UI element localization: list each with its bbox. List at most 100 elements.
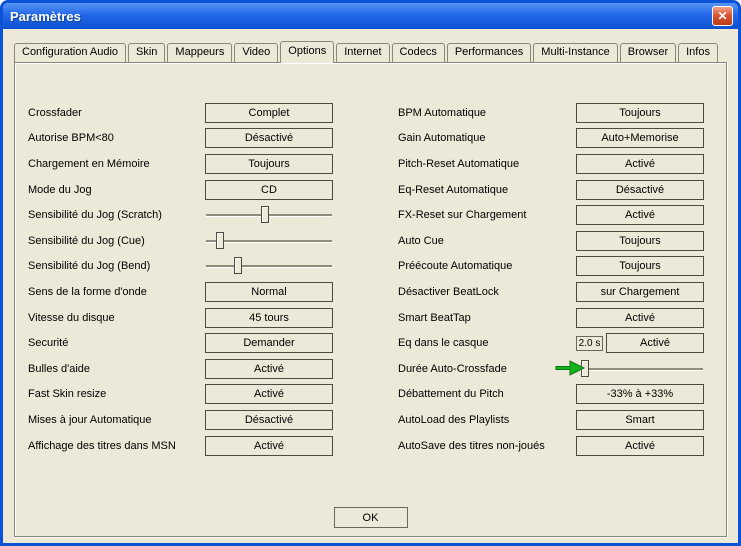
autosave-button[interactable]: Activé bbox=[576, 436, 704, 456]
titlebar[interactable]: Paramètres ✕ bbox=[3, 3, 738, 29]
setting-label: Crossfader bbox=[28, 107, 205, 119]
smart-beattap-button[interactable]: Activé bbox=[576, 308, 704, 328]
pointer-arrow-icon bbox=[555, 360, 586, 376]
setting-label: Smart BeatTap bbox=[398, 312, 576, 324]
slider-thumb[interactable] bbox=[261, 206, 269, 223]
setting-label: Mises à jour Automatique bbox=[28, 414, 205, 426]
setting-label: Pitch-Reset Automatique bbox=[398, 158, 576, 170]
setting-label: Sens de la forme d'onde bbox=[28, 286, 205, 298]
slider-thumb[interactable] bbox=[234, 257, 242, 274]
setting-row: Bulles d'aide Activé bbox=[28, 356, 333, 382]
setting-label: Vitesse du disque bbox=[28, 312, 205, 324]
setting-label: Préécoute Automatique bbox=[398, 260, 576, 272]
setting-row: Sensibilité du Jog (Scratch) bbox=[28, 202, 333, 228]
setting-label: Désactiver BeatLock bbox=[398, 286, 576, 298]
settings-window: Paramètres ✕ Configuration Audio Skin Ma… bbox=[0, 0, 741, 546]
tab-options[interactable]: Options bbox=[280, 41, 334, 63]
jog-bend-slider[interactable] bbox=[205, 256, 333, 276]
setting-label: AutoSave des titres non-joués bbox=[398, 440, 576, 452]
dialog-body: Configuration Audio Skin Mappeurs Video … bbox=[3, 29, 738, 543]
disc-speed-button[interactable]: 45 tours bbox=[205, 308, 333, 328]
setting-row: Mode du Jog CD bbox=[28, 177, 333, 203]
setting-label: Sensibilité du Jog (Bend) bbox=[28, 260, 205, 272]
setting-row: Smart BeatTap Activé bbox=[398, 305, 704, 331]
setting-row: Eq dans le casque 2.0 s Activé bbox=[398, 330, 704, 356]
settings-column-right: BPM Automatique Toujours Gain Automatiqu… bbox=[398, 100, 704, 458]
auto-update-button[interactable]: Désactivé bbox=[205, 410, 333, 430]
jog-cue-slider[interactable] bbox=[205, 231, 333, 251]
setting-row: Sensibilité du Jog (Cue) bbox=[28, 228, 333, 254]
setting-label: Bulles d'aide bbox=[28, 363, 205, 375]
beatlock-disable-button[interactable]: sur Chargement bbox=[576, 282, 704, 302]
setting-label: Sensibilité du Jog (Cue) bbox=[28, 235, 205, 247]
tab-skin[interactable]: Skin bbox=[128, 43, 165, 62]
fast-skin-resize-button[interactable]: Activé bbox=[205, 384, 333, 404]
setting-row: Préécoute Automatique Toujours bbox=[398, 254, 704, 280]
tab-infos[interactable]: Infos bbox=[678, 43, 718, 62]
setting-label: Chargement en Mémoire bbox=[28, 158, 205, 170]
setting-label: AutoLoad des Playlists bbox=[398, 414, 576, 426]
ok-button[interactable]: OK bbox=[334, 507, 408, 528]
tab-video[interactable]: Video bbox=[234, 43, 278, 62]
setting-label: Affichage des titres dans MSN bbox=[28, 440, 205, 452]
setting-row: Désactiver BeatLock sur Chargement bbox=[398, 279, 704, 305]
setting-row: FX-Reset sur Chargement Activé bbox=[398, 202, 704, 228]
setting-label: Sensibilité du Jog (Scratch) bbox=[28, 209, 205, 221]
slider-thumb[interactable] bbox=[216, 232, 224, 249]
setting-label: Gain Automatique bbox=[398, 132, 576, 144]
slider-track bbox=[577, 368, 703, 370]
tab-multi-instance[interactable]: Multi-Instance bbox=[533, 43, 617, 62]
tab-browser[interactable]: Browser bbox=[620, 43, 676, 62]
setting-row: Eq-Reset Automatique Désactivé bbox=[398, 177, 704, 203]
auto-bpm-button[interactable]: Toujours bbox=[576, 103, 704, 123]
setting-label: BPM Automatique bbox=[398, 107, 576, 119]
pitch-reset-button[interactable]: Activé bbox=[576, 154, 704, 174]
setting-row: Vitesse du disque 45 tours bbox=[28, 305, 333, 331]
auto-gain-button[interactable]: Auto+Memorise bbox=[576, 128, 704, 148]
tab-internet[interactable]: Internet bbox=[336, 43, 389, 62]
setting-row: Pitch-Reset Automatique Activé bbox=[398, 151, 704, 177]
setting-row: Sensibilité du Jog (Bend) bbox=[28, 254, 333, 280]
window-title: Paramètres bbox=[10, 9, 712, 24]
pitch-range-button[interactable]: -33% à +33% bbox=[576, 384, 704, 404]
setting-row: Durée Auto-Crossfade bbox=[398, 356, 704, 382]
setting-label: Débattement du Pitch bbox=[398, 388, 576, 400]
crossfader-button[interactable]: Complet bbox=[205, 103, 333, 123]
tooltips-button[interactable]: Activé bbox=[205, 359, 333, 379]
memory-load-button[interactable]: Toujours bbox=[205, 154, 333, 174]
eq-headphone-button[interactable]: Activé bbox=[606, 333, 704, 353]
setting-label: Mode du Jog bbox=[28, 184, 205, 196]
jog-scratch-slider[interactable] bbox=[205, 205, 333, 225]
tab-mappeurs[interactable]: Mappeurs bbox=[167, 43, 232, 62]
auto-cue-button[interactable]: Toujours bbox=[576, 231, 704, 251]
jog-mode-button[interactable]: CD bbox=[205, 180, 333, 200]
crossfade-duration-slider[interactable] bbox=[576, 359, 704, 379]
setting-row: Crossfader Complet bbox=[28, 100, 333, 126]
setting-label: Auto Cue bbox=[398, 235, 576, 247]
waveform-direction-button[interactable]: Normal bbox=[205, 282, 333, 302]
setting-row: Auto Cue Toujours bbox=[398, 228, 704, 254]
tab-strip: Configuration Audio Skin Mappeurs Video … bbox=[14, 41, 720, 63]
tab-configuration-audio[interactable]: Configuration Audio bbox=[14, 43, 126, 62]
auto-preview-button[interactable]: Toujours bbox=[576, 256, 704, 276]
setting-row: Affichage des titres dans MSN Activé bbox=[28, 433, 333, 459]
setting-row: AutoLoad des Playlists Smart bbox=[398, 407, 704, 433]
tab-performances[interactable]: Performances bbox=[447, 43, 531, 62]
close-icon: ✕ bbox=[717, 10, 727, 22]
tab-page-options: Crossfader Complet Autorise BPM<80 Désac… bbox=[14, 62, 727, 537]
autoload-playlists-button[interactable]: Smart bbox=[576, 410, 704, 430]
eq-reset-button[interactable]: Désactivé bbox=[576, 180, 704, 200]
setting-row: Débattement du Pitch -33% à +33% bbox=[398, 382, 704, 408]
setting-label: Autorise BPM<80 bbox=[28, 132, 205, 144]
msn-titles-button[interactable]: Activé bbox=[205, 436, 333, 456]
setting-row: Mises à jour Automatique Désactivé bbox=[28, 407, 333, 433]
setting-row: Securité Demander bbox=[28, 330, 333, 356]
setting-row: BPM Automatique Toujours bbox=[398, 100, 704, 126]
close-button[interactable]: ✕ bbox=[712, 6, 733, 26]
setting-row: Fast Skin resize Activé bbox=[28, 382, 333, 408]
crossfade-duration-value: 2.0 s bbox=[576, 336, 603, 351]
bpm-under-80-button[interactable]: Désactivé bbox=[205, 128, 333, 148]
security-button[interactable]: Demander bbox=[205, 333, 333, 353]
fx-reset-button[interactable]: Activé bbox=[576, 205, 704, 225]
tab-codecs[interactable]: Codecs bbox=[392, 43, 445, 62]
